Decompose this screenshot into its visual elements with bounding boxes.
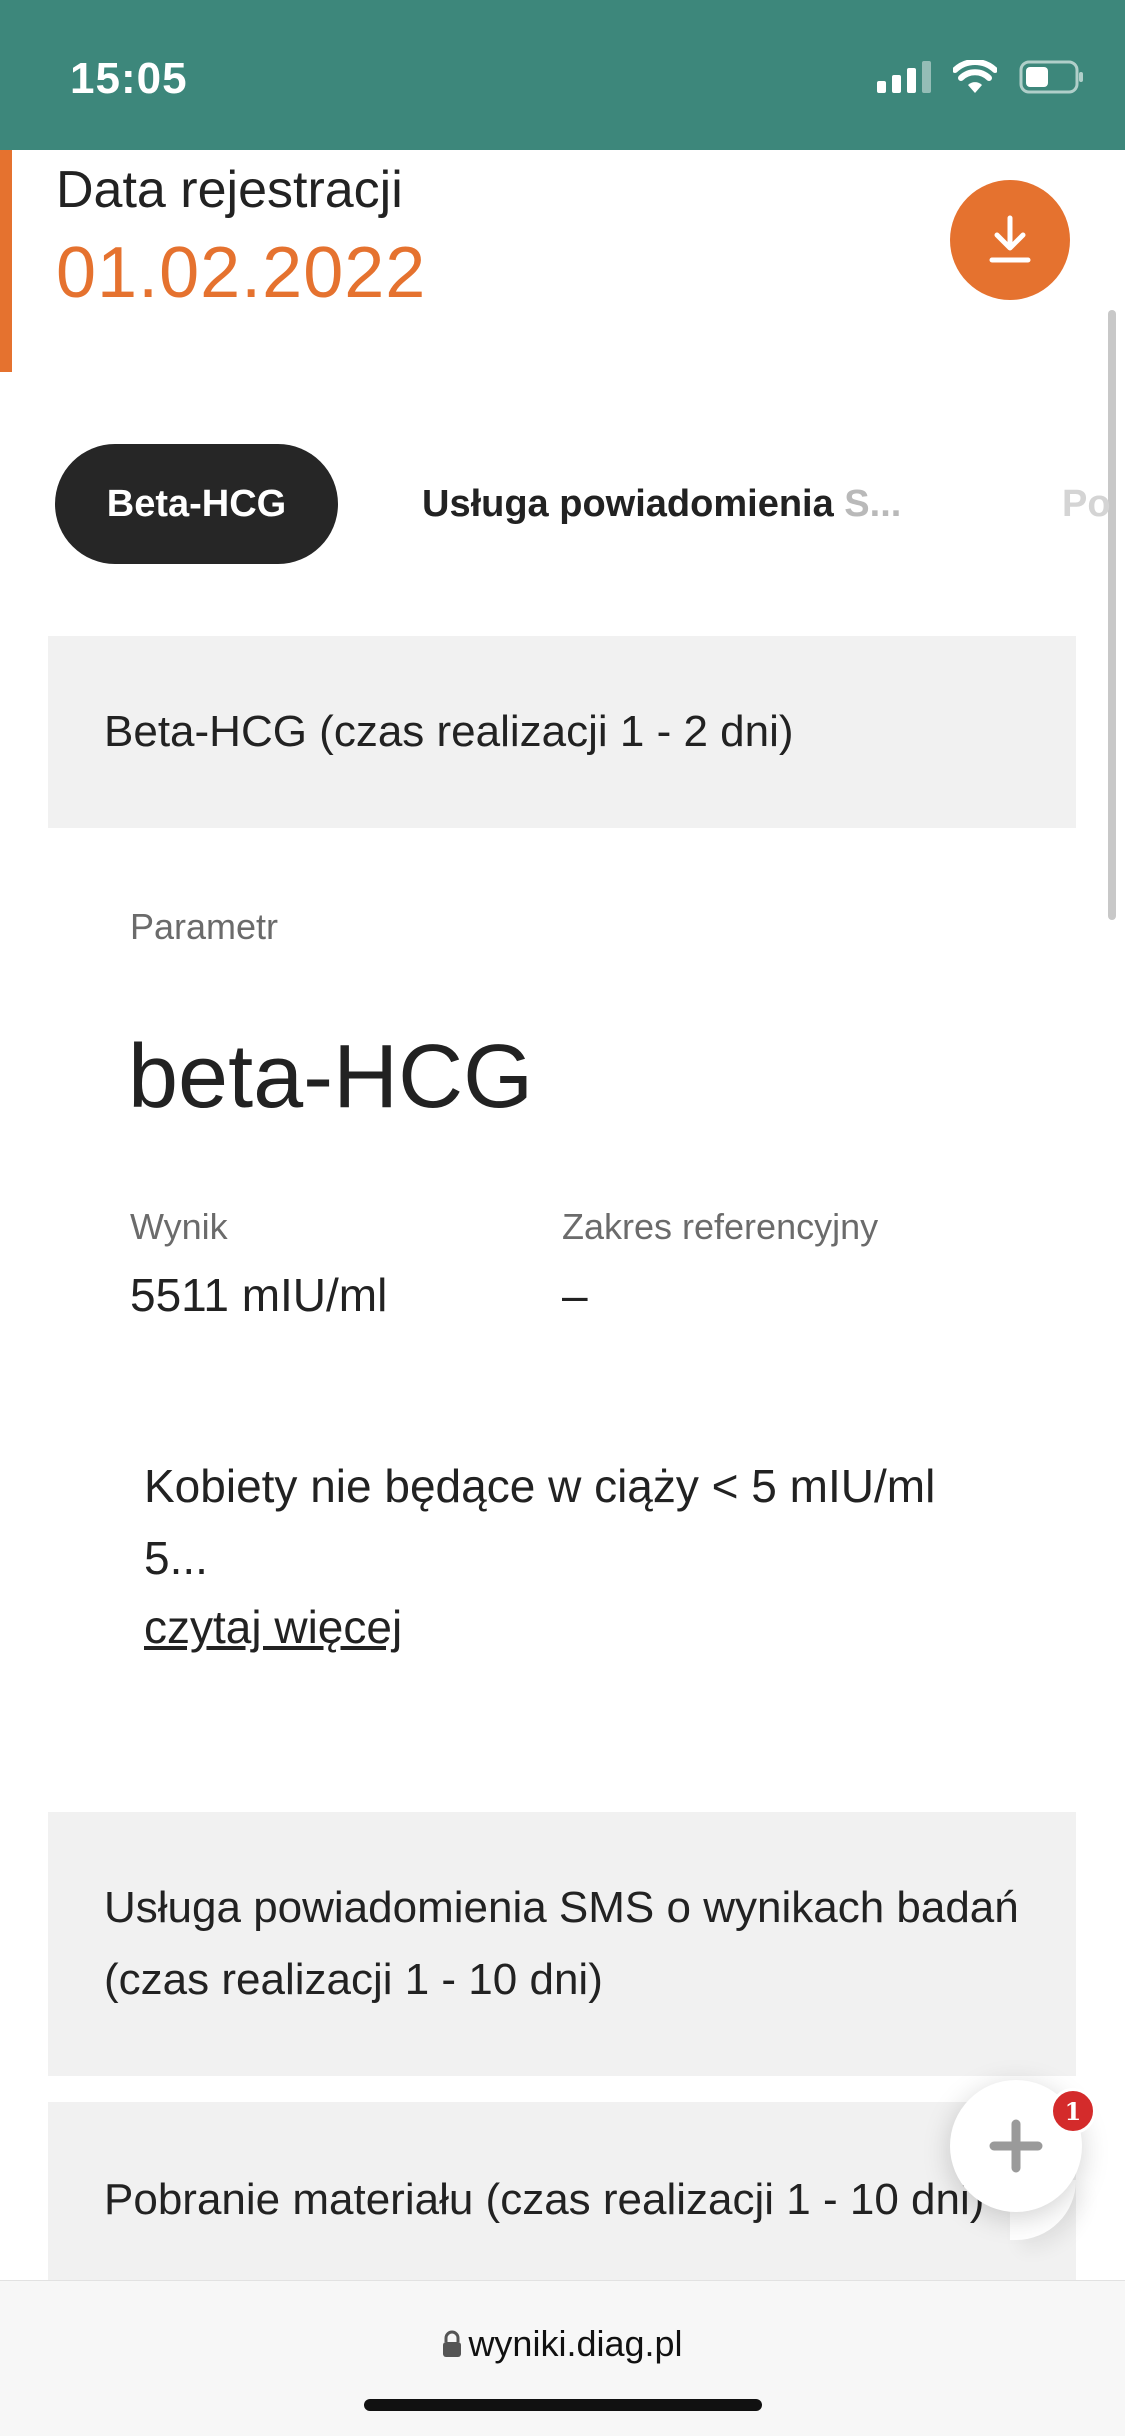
accent-bar bbox=[0, 150, 12, 372]
signal-icon bbox=[877, 61, 931, 93]
tabs: Beta-HCG Usługa powiadomienia S... Po bbox=[0, 444, 1125, 564]
section-title: Usługa powiadomienia SMS o wynikach bada… bbox=[104, 1883, 1019, 2004]
section-title: Beta-HCG (czas realizacji 1 - 2 dni) bbox=[104, 707, 794, 756]
status-time: 15:05 bbox=[70, 54, 188, 103]
status-icons bbox=[877, 60, 1085, 94]
parameter-label: Parametr bbox=[130, 906, 279, 947]
tab-beta-hcg[interactable]: Beta-HCG bbox=[55, 444, 338, 564]
address-bar[interactable]: wyniki.diag.pl bbox=[0, 2323, 1125, 2367]
section-title: Pobranie materiału (czas realizacji 1 - … bbox=[104, 2175, 985, 2224]
section-beta-hcg[interactable]: Beta-HCG (czas realizacji 1 - 2 dni) bbox=[48, 636, 1076, 828]
tab-sms-notification[interactable]: Usługa powiadomienia S... bbox=[422, 444, 901, 564]
tab-label: Usługa powiadomienia bbox=[422, 482, 834, 525]
result-label: Wynik bbox=[130, 1206, 228, 1247]
parameter-name: beta-HCG bbox=[128, 1027, 534, 1127]
home-indicator[interactable] bbox=[364, 2399, 762, 2411]
tab-label: Beta-HCG bbox=[106, 482, 287, 525]
tab-label-overflow: S... bbox=[844, 482, 902, 525]
tab-material-collection[interactable]: Po bbox=[1062, 444, 1111, 564]
download-button[interactable] bbox=[950, 180, 1070, 300]
section-sms-notification[interactable]: Usługa powiadomienia SMS o wynikach bada… bbox=[48, 1812, 1076, 2076]
browser-bar: wyniki.diag.pl bbox=[0, 2280, 1125, 2436]
result-note: Kobiety nie będące w ciąży < 5 mIU/ml 5.… bbox=[144, 1450, 1024, 1594]
read-more-link[interactable]: czytaj więcej bbox=[144, 1600, 402, 1654]
reference-range-label: Zakres referencyjny bbox=[562, 1206, 879, 1247]
result-note-line: 5... bbox=[144, 1532, 208, 1584]
tab-label: Po bbox=[1062, 482, 1111, 525]
url-text: wyniki.diag.pl bbox=[468, 2323, 683, 2364]
registration-date: 01.02.2022 bbox=[56, 233, 427, 313]
result-note-line: Kobiety nie będące w ciąży < 5 mIU/ml bbox=[144, 1460, 936, 1512]
status-bar: 15:05 bbox=[0, 0, 1125, 150]
result-value: 5511 mIU/ml bbox=[130, 1269, 388, 1321]
battery-icon bbox=[1019, 60, 1085, 94]
notification-badge: 1 bbox=[1050, 2088, 1096, 2134]
registration-label: Data rejestracji bbox=[56, 161, 403, 219]
plus-icon bbox=[989, 2119, 1043, 2173]
download-icon bbox=[989, 215, 1031, 263]
reference-range-value: – bbox=[562, 1269, 588, 1321]
scrollbar[interactable] bbox=[1108, 310, 1116, 920]
wifi-icon bbox=[953, 60, 997, 94]
lock-icon bbox=[442, 2325, 462, 2367]
